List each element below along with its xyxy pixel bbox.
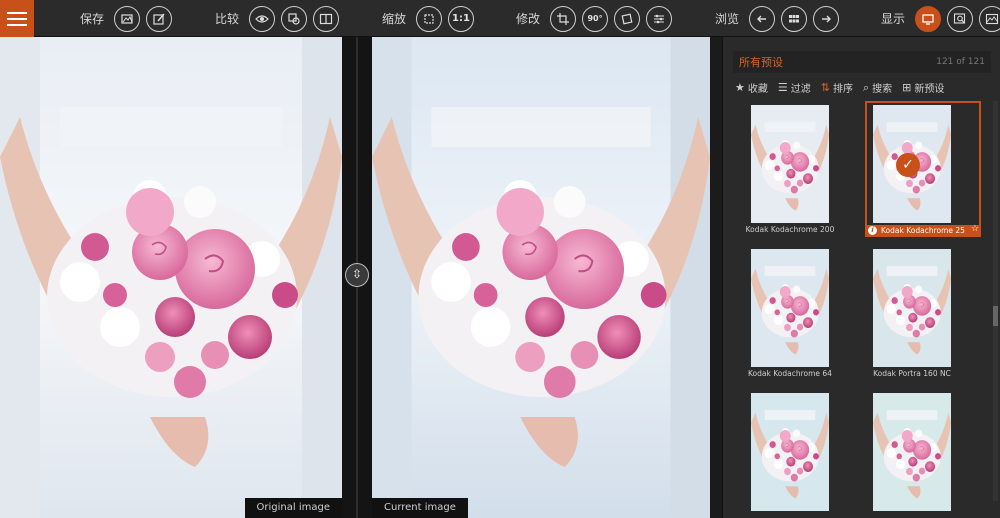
grid-view-icon[interactable] (781, 5, 808, 32)
checkmark-icon: ✓ (896, 153, 920, 177)
filter-button[interactable]: ☰ 过滤 (778, 80, 811, 95)
save-image-icon[interactable] (114, 5, 141, 32)
browse-group-label: 浏览 (715, 12, 740, 26)
preset-name: Kodak Kodachrome 25 (865, 225, 981, 237)
rotate-90-icon[interactable]: 90° (582, 5, 609, 32)
favorites-label: 收藏 (747, 84, 768, 95)
filter-label: 过滤 (790, 84, 811, 95)
new-preset-button[interactable]: ⊞ 新预设 (902, 80, 944, 95)
sort-icon: ⇅ (820, 81, 830, 94)
eye-icon[interactable] (249, 5, 276, 32)
crop-icon[interactable] (550, 5, 577, 32)
preset-name: Kodak Portra 160 NC (873, 369, 951, 378)
scrollbar-thumb[interactable] (993, 306, 998, 326)
favorites-button[interactable]: ★ 收藏 (735, 80, 768, 95)
prev-arrow-icon[interactable] (749, 5, 776, 32)
top-toolbar: 保存 比较 缩放 1:1 修改 90° 浏览 显示 (0, 0, 1000, 37)
compare-group-label: 比较 (215, 12, 240, 26)
presets-count: 121 of 121 (936, 57, 985, 67)
presets-header: 所有预设 121 of 121 (733, 51, 991, 73)
display-group: 显示 (881, 0, 1000, 37)
preset-thumb-image (751, 105, 829, 223)
presets-scrollbar[interactable] (993, 101, 998, 501)
search-label: 搜索 (872, 84, 893, 95)
preset-thumb-image (873, 393, 951, 511)
presets-title: 所有预设 (739, 56, 783, 69)
display-group-label: 显示 (881, 12, 906, 26)
save-edit-icon[interactable] (146, 5, 173, 32)
modify-group: 修改 90° (516, 0, 673, 37)
histogram-icon[interactable] (979, 5, 1000, 32)
preset-thumb-image (873, 249, 951, 367)
search-icon: ⌕ (862, 80, 870, 94)
preset-thumb-image (751, 393, 829, 511)
adjust-sliders-icon[interactable] (646, 5, 673, 32)
zoom-group-label: 缩放 (382, 12, 407, 26)
current-image-caption: Current image (372, 498, 468, 518)
current-image-pane[interactable]: Current image (372, 37, 710, 518)
display-monitor-icon[interactable] (915, 5, 942, 32)
new-preset-icon: ⊞ (902, 81, 912, 94)
preset-name: Kodak Kodachrome 200 (745, 225, 835, 234)
star-icon: ★ (735, 81, 745, 94)
next-arrow-icon[interactable] (813, 5, 840, 32)
modify-group-label: 修改 (516, 12, 541, 26)
hamburger-menu-icon[interactable] (0, 0, 34, 37)
original-photo (0, 37, 342, 518)
save-group-label: 保存 (80, 12, 105, 26)
list-icon: ☰ (777, 81, 788, 94)
compare-group: 比较 (215, 0, 340, 37)
browse-group: 浏览 (715, 0, 840, 37)
split-divider[interactable]: ⇳ (342, 37, 372, 518)
split-handle-icon[interactable]: ⇳ (345, 263, 369, 287)
sort-label: 排序 (832, 84, 853, 95)
zoom-group: 缩放 1:1 (382, 0, 475, 37)
favorite-star-icon[interactable]: ☆ (971, 224, 979, 234)
save-group: 保存 (80, 0, 173, 37)
sort-button[interactable]: ⇅ 排序 (821, 80, 853, 95)
search-button[interactable]: ⌕ 搜索 (862, 80, 893, 96)
loupe-icon[interactable] (947, 5, 974, 32)
preset-name: Kodak Kodachrome 64 (748, 369, 832, 378)
compare-overlay-icon[interactable] (281, 5, 308, 32)
preset-thumb-image (751, 249, 829, 367)
zoom-1to1-icon[interactable]: 1:1 (448, 5, 475, 32)
split-compare-icon[interactable] (313, 5, 340, 32)
zoom-fit-icon[interactable] (416, 5, 443, 32)
current-photo (372, 37, 710, 518)
presets-panel: 所有预设 121 of 121 ★ 收藏 ☰ 过滤 ⇅ 排序 ⌕ 搜索 ⊞ 新预设 Kod… (722, 37, 1000, 518)
info-icon[interactable]: i (868, 226, 877, 235)
original-image-pane[interactable]: Original image (0, 37, 342, 518)
straighten-icon[interactable] (614, 5, 641, 32)
presets-actions: ★ 收藏 ☰ 过滤 ⇅ 排序 ⌕ 搜索 ⊞ 新预设 (735, 80, 944, 96)
new-preset-label: 新预设 (914, 84, 945, 95)
original-image-caption: Original image (244, 498, 342, 518)
